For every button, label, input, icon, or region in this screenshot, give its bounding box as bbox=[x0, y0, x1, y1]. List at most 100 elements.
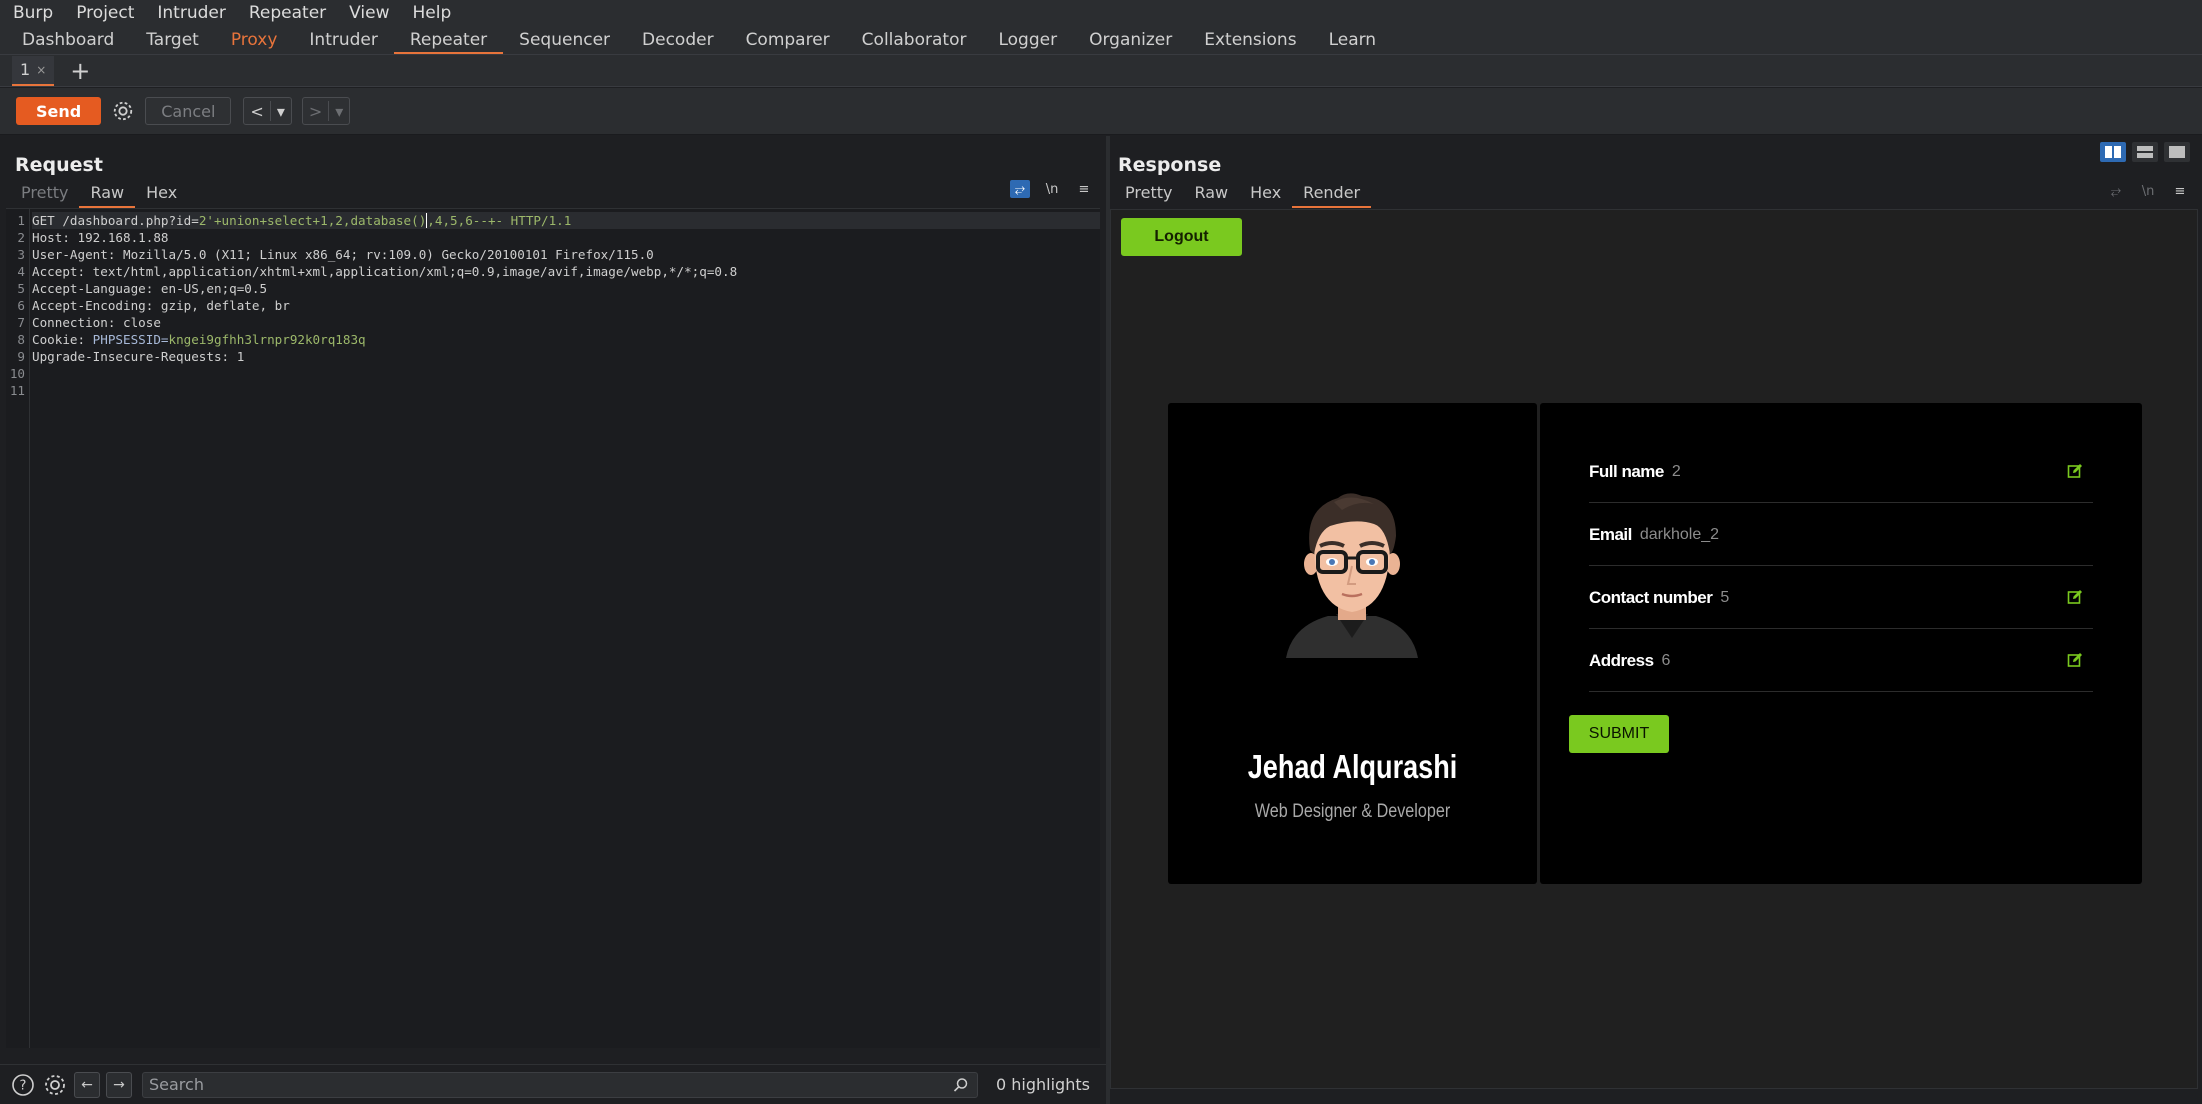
menu-help[interactable]: Help bbox=[400, 0, 462, 27]
edit-icon[interactable] bbox=[2067, 652, 2083, 668]
field-value: darkhole_2 bbox=[1639, 525, 1720, 543]
tab-logger[interactable]: Logger bbox=[982, 27, 1073, 54]
menu-intruder[interactable]: Intruder bbox=[144, 0, 235, 27]
field-address: Address 6 bbox=[1589, 630, 2093, 692]
menu-icon[interactable]: ≡ bbox=[2170, 182, 2190, 200]
line-number: 4 bbox=[17, 264, 25, 279]
avatar bbox=[1286, 493, 1418, 658]
tab-proxy[interactable]: Proxy bbox=[215, 27, 294, 54]
menu-view[interactable]: View bbox=[336, 0, 399, 27]
field-value: 5 bbox=[1720, 588, 1730, 606]
request-line: Accept-Encoding: gzip, deflate, br bbox=[32, 297, 1100, 314]
tab-comparer[interactable]: Comparer bbox=[730, 27, 846, 54]
gear-icon[interactable] bbox=[109, 97, 137, 125]
line-number: 3 bbox=[17, 247, 25, 262]
newline-toggle[interactable]: \n bbox=[2138, 182, 2158, 200]
send-button[interactable]: Send bbox=[16, 97, 102, 125]
request-view-tabs: Pretty Raw Hex bbox=[10, 182, 188, 208]
search-input[interactable]: Search bbox=[142, 1071, 978, 1098]
edit-icon[interactable] bbox=[2067, 463, 2083, 479]
line-gutter: 1 2 3 4 5 6 7 8 9 10 11 bbox=[6, 209, 30, 1048]
request-editor-tools: ⥂ \n ≡ bbox=[1010, 180, 1094, 198]
request-editor[interactable]: 1 2 3 4 5 6 7 8 9 10 11 GET /dashboard.p… bbox=[6, 208, 1100, 1048]
chevron-down-icon[interactable]: ▾ bbox=[329, 102, 349, 121]
newline-toggle[interactable]: \n bbox=[1042, 180, 1062, 198]
tab-extensions[interactable]: Extensions bbox=[1188, 27, 1312, 54]
line-number: 8 bbox=[17, 332, 25, 347]
request-line: Host: 192.168.1.88 bbox=[32, 229, 1100, 246]
header-name: Accept-Encoding: bbox=[32, 298, 161, 313]
tab-hex[interactable]: Hex bbox=[135, 182, 188, 206]
menu-icon[interactable]: ≡ bbox=[1074, 180, 1094, 198]
tab-pretty[interactable]: Pretty bbox=[1114, 182, 1183, 206]
line-number: 7 bbox=[17, 315, 25, 330]
close-icon[interactable]: × bbox=[36, 63, 46, 77]
add-tab-icon[interactable]: + bbox=[70, 56, 90, 86]
tab-pretty[interactable]: Pretty bbox=[10, 182, 79, 206]
tab-raw[interactable]: Raw bbox=[79, 182, 135, 208]
request-line: Accept: text/html,application/xhtml+xml,… bbox=[32, 263, 1100, 280]
tab-hex[interactable]: Hex bbox=[1239, 182, 1292, 206]
search-bar: ? ← → Search 0 highlights bbox=[0, 1064, 1106, 1104]
layout-tabs-icon[interactable] bbox=[2164, 142, 2190, 162]
request-line: Accept-Language: en-US,en;q=0.5 bbox=[32, 280, 1100, 297]
menu-burp[interactable]: Burp bbox=[0, 0, 63, 27]
tab-sequencer[interactable]: Sequencer bbox=[503, 27, 626, 54]
tab-organizer[interactable]: Organizer bbox=[1073, 27, 1188, 54]
arrow-left-icon[interactable]: ← bbox=[74, 1071, 100, 1098]
request-title: Request bbox=[15, 154, 103, 176]
layout-stacked-icon[interactable] bbox=[2132, 142, 2158, 162]
field-label: Contact number bbox=[1589, 587, 1713, 607]
field-label: Address bbox=[1589, 650, 1654, 670]
menu-project[interactable]: Project bbox=[63, 0, 144, 27]
menu-repeater[interactable]: Repeater bbox=[236, 0, 336, 27]
settings-icon[interactable] bbox=[42, 1072, 68, 1098]
header-value: 192.168.1.88 bbox=[77, 230, 169, 245]
line-number: 10 bbox=[9, 366, 25, 381]
cookie-name: PHPSESSID= bbox=[92, 332, 169, 347]
layout-buttons bbox=[2100, 142, 2190, 162]
layout-side-by-side-icon[interactable] bbox=[2100, 142, 2126, 162]
header-value: Mozilla/5.0 (X11; Linux x86_64; rv:109.0… bbox=[123, 247, 654, 262]
repeater-tabs: 1 × + bbox=[0, 54, 2202, 87]
field-contact-number: Contact number 5 bbox=[1589, 567, 2093, 629]
wrap-lines-icon[interactable]: ⥂ bbox=[2106, 182, 2126, 200]
chevron-down-icon[interactable]: ▾ bbox=[271, 102, 291, 121]
line-number: 1 bbox=[17, 213, 25, 228]
line-number: 2 bbox=[17, 230, 25, 245]
field-label: Email bbox=[1589, 524, 1632, 544]
wrap-lines-icon[interactable]: ⥂ bbox=[1010, 180, 1030, 198]
forward-nav[interactable]: > ▾ bbox=[301, 97, 351, 125]
request-line: Cookie: PHPSESSID=kngei9gfhh3lrnpr92k0rq… bbox=[32, 331, 1100, 348]
tab-repeater[interactable]: Repeater bbox=[393, 27, 504, 54]
tab-render[interactable]: Render bbox=[1292, 182, 1372, 208]
submit-button[interactable]: SUBMIT bbox=[1569, 715, 1669, 753]
tab-target[interactable]: Target bbox=[130, 27, 215, 54]
tab-collaborator[interactable]: Collaborator bbox=[846, 27, 983, 54]
repeater-tab-1[interactable]: 1 × bbox=[12, 55, 55, 86]
chevron-left-icon[interactable]: < bbox=[244, 102, 269, 121]
tab-dashboard[interactable]: Dashboard bbox=[6, 27, 130, 54]
cookie-value: kngei9gfhh3lrnpr92k0rq183q bbox=[168, 332, 366, 347]
header-name: Cookie: bbox=[32, 332, 93, 347]
param-value-rest: ,4,5,6--+- HTTP/1.1 bbox=[427, 213, 572, 228]
header-name: Accept: bbox=[32, 264, 93, 279]
svg-text:?: ? bbox=[20, 1078, 27, 1093]
header-value: en-US,en;q=0.5 bbox=[160, 281, 268, 296]
back-nav[interactable]: < ▾ bbox=[243, 97, 292, 125]
chevron-right-icon[interactable]: > bbox=[303, 102, 328, 121]
repeater-toolbar: Send Cancel < ▾ > ▾ bbox=[0, 88, 2202, 135]
tab-intruder[interactable]: Intruder bbox=[293, 27, 393, 54]
request-line: User-Agent: Mozilla/5.0 (X11; Linux x86_… bbox=[32, 246, 1100, 263]
arrow-right-icon[interactable]: → bbox=[106, 1071, 132, 1098]
tab-decoder[interactable]: Decoder bbox=[626, 27, 730, 54]
http-method-path: GET /dashboard.php?id= bbox=[32, 213, 199, 228]
details-card: Full name 2 Email darkhole_2 Contact num… bbox=[1540, 403, 2142, 884]
help-icon[interactable]: ? bbox=[10, 1072, 36, 1098]
search-icon bbox=[953, 1077, 968, 1092]
logout-button[interactable]: Logout bbox=[1121, 218, 1242, 256]
cancel-button[interactable]: Cancel bbox=[145, 97, 232, 125]
tab-raw[interactable]: Raw bbox=[1183, 182, 1239, 206]
edit-icon[interactable] bbox=[2067, 589, 2083, 605]
tab-learn[interactable]: Learn bbox=[1313, 27, 1393, 54]
